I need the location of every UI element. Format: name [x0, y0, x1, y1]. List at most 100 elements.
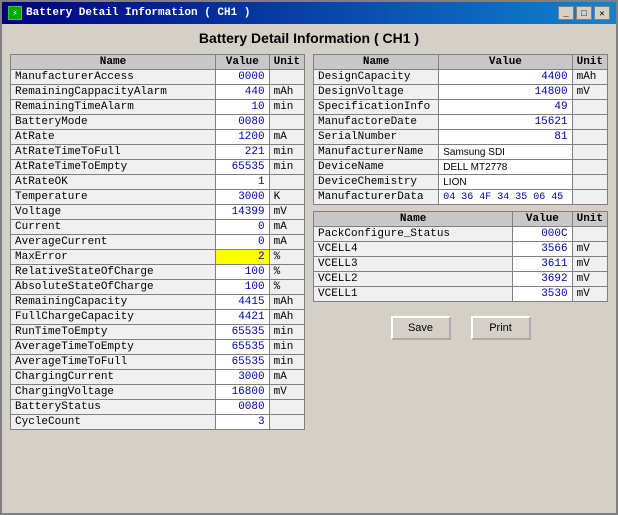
row-value: 04 36 4F 34 35 06 45	[439, 190, 572, 205]
row-unit: min	[269, 100, 304, 115]
row-value: LION	[439, 175, 572, 190]
table-row: ManufacturerAccess0000	[11, 70, 305, 85]
row-name: AverageTimeToFull	[11, 355, 216, 370]
maximize-button[interactable]: □	[576, 6, 592, 20]
row-value: 65535	[216, 160, 270, 175]
row-name: AtRateTimeToFull	[11, 145, 216, 160]
right-top-col-unit: Unit	[572, 55, 607, 70]
row-name: SerialNumber	[314, 130, 439, 145]
row-unit	[572, 175, 607, 190]
row-unit	[269, 175, 304, 190]
table-row: PackConfigure_Status000C	[314, 227, 608, 242]
row-name: ChargingCurrent	[11, 370, 216, 385]
row-name: RemainingCappacityAlarm	[11, 85, 216, 100]
row-name: RemainingTimeAlarm	[11, 100, 216, 115]
page-title: Battery Detail Information ( CH1 )	[10, 30, 608, 46]
row-unit: min	[269, 340, 304, 355]
row-name: AtRateTimeToEmpty	[11, 160, 216, 175]
row-unit: mAh	[269, 85, 304, 100]
table-row: FullChargeCapacity4421mAh	[11, 310, 305, 325]
main-window: ⚡ Battery Detail Information ( CH1 ) _ □…	[0, 0, 618, 515]
row-unit: mAh	[269, 310, 304, 325]
row-unit: mV	[572, 287, 607, 302]
row-name: Current	[11, 220, 216, 235]
row-name: MaxError	[11, 250, 216, 265]
right-top-table: Name Value Unit DesignCapacity4400mAhDes…	[313, 54, 608, 205]
row-value: 65535	[216, 355, 270, 370]
row-unit: K	[269, 190, 304, 205]
table-row: ManufactoreDate15621	[314, 115, 608, 130]
row-name: Temperature	[11, 190, 216, 205]
table-row: VCELL43566mV	[314, 242, 608, 257]
left-panel: Name Value Unit ManufacturerAccess0000Re…	[10, 54, 305, 430]
row-value: 3530	[513, 287, 572, 302]
row-name: PackConfigure_Status	[314, 227, 513, 242]
row-unit: mV	[572, 242, 607, 257]
print-button[interactable]: Print	[471, 316, 531, 340]
row-name: DesignVoltage	[314, 85, 439, 100]
row-value: 2	[216, 250, 270, 265]
row-unit	[269, 415, 304, 430]
row-unit	[572, 115, 607, 130]
row-unit: mAh	[572, 70, 607, 85]
row-unit: min	[269, 145, 304, 160]
row-unit: mV	[572, 257, 607, 272]
row-name: FullChargeCapacity	[11, 310, 216, 325]
row-name: AtRate	[11, 130, 216, 145]
table-row: MaxError2%	[11, 250, 305, 265]
row-value: 81	[439, 130, 572, 145]
row-unit	[269, 115, 304, 130]
row-name: VCELL4	[314, 242, 513, 257]
row-value: 4421	[216, 310, 270, 325]
row-unit: %	[269, 280, 304, 295]
row-unit	[572, 227, 607, 242]
row-value: 65535	[216, 340, 270, 355]
table-row: RelativeStateOfCharge100%	[11, 265, 305, 280]
row-name: VCELL3	[314, 257, 513, 272]
row-name: BatteryMode	[11, 115, 216, 130]
minimize-button[interactable]: _	[558, 6, 574, 20]
row-unit	[269, 400, 304, 415]
content-area: Battery Detail Information ( CH1 ) Name …	[2, 24, 616, 513]
row-value: 4415	[216, 295, 270, 310]
table-row: AverageTimeToEmpty65535min	[11, 340, 305, 355]
row-name: CycleCount	[11, 415, 216, 430]
row-value: 0080	[216, 400, 270, 415]
save-button[interactable]: Save	[391, 316, 451, 340]
row-value: 14800	[439, 85, 572, 100]
row-value: 3611	[513, 257, 572, 272]
row-value: 1200	[216, 130, 270, 145]
row-value: DELL MT2778	[439, 160, 572, 175]
row-name: ManufacturerAccess	[11, 70, 216, 85]
row-value: 100	[216, 265, 270, 280]
row-unit: min	[269, 325, 304, 340]
table-row: Voltage14399mV	[11, 205, 305, 220]
left-col-value: Value	[216, 55, 270, 70]
table-row: ManufacturerData04 36 4F 34 35 06 45	[314, 190, 608, 205]
row-unit: %	[269, 250, 304, 265]
row-unit: mV	[572, 272, 607, 287]
table-row: ChargingCurrent3000mA	[11, 370, 305, 385]
table-row: DesignCapacity4400mAh	[314, 70, 608, 85]
table-row: BatteryMode0080	[11, 115, 305, 130]
row-unit	[572, 130, 607, 145]
row-name: ManufactoreDate	[314, 115, 439, 130]
row-value: 0	[216, 235, 270, 250]
table-row: ChargingVoltage16800mV	[11, 385, 305, 400]
row-unit: min	[269, 355, 304, 370]
close-button[interactable]: ✕	[594, 6, 610, 20]
table-row: SerialNumber81	[314, 130, 608, 145]
table-row: AverageTimeToFull65535min	[11, 355, 305, 370]
row-name: ManufacturerName	[314, 145, 439, 160]
row-name: ManufacturerData	[314, 190, 439, 205]
row-name: AbsoluteStateOfCharge	[11, 280, 216, 295]
row-name: DesignCapacity	[314, 70, 439, 85]
title-bar-text: ⚡ Battery Detail Information ( CH1 )	[8, 6, 250, 20]
row-name: DeviceChemistry	[314, 175, 439, 190]
row-name: ChargingVoltage	[11, 385, 216, 400]
table-row: RemainingCapacity4415mAh	[11, 295, 305, 310]
row-unit	[572, 145, 607, 160]
row-value: 4400	[439, 70, 572, 85]
row-unit: mA	[269, 220, 304, 235]
right-bottom-table: Name Value Unit PackConfigure_Status000C…	[313, 211, 608, 302]
